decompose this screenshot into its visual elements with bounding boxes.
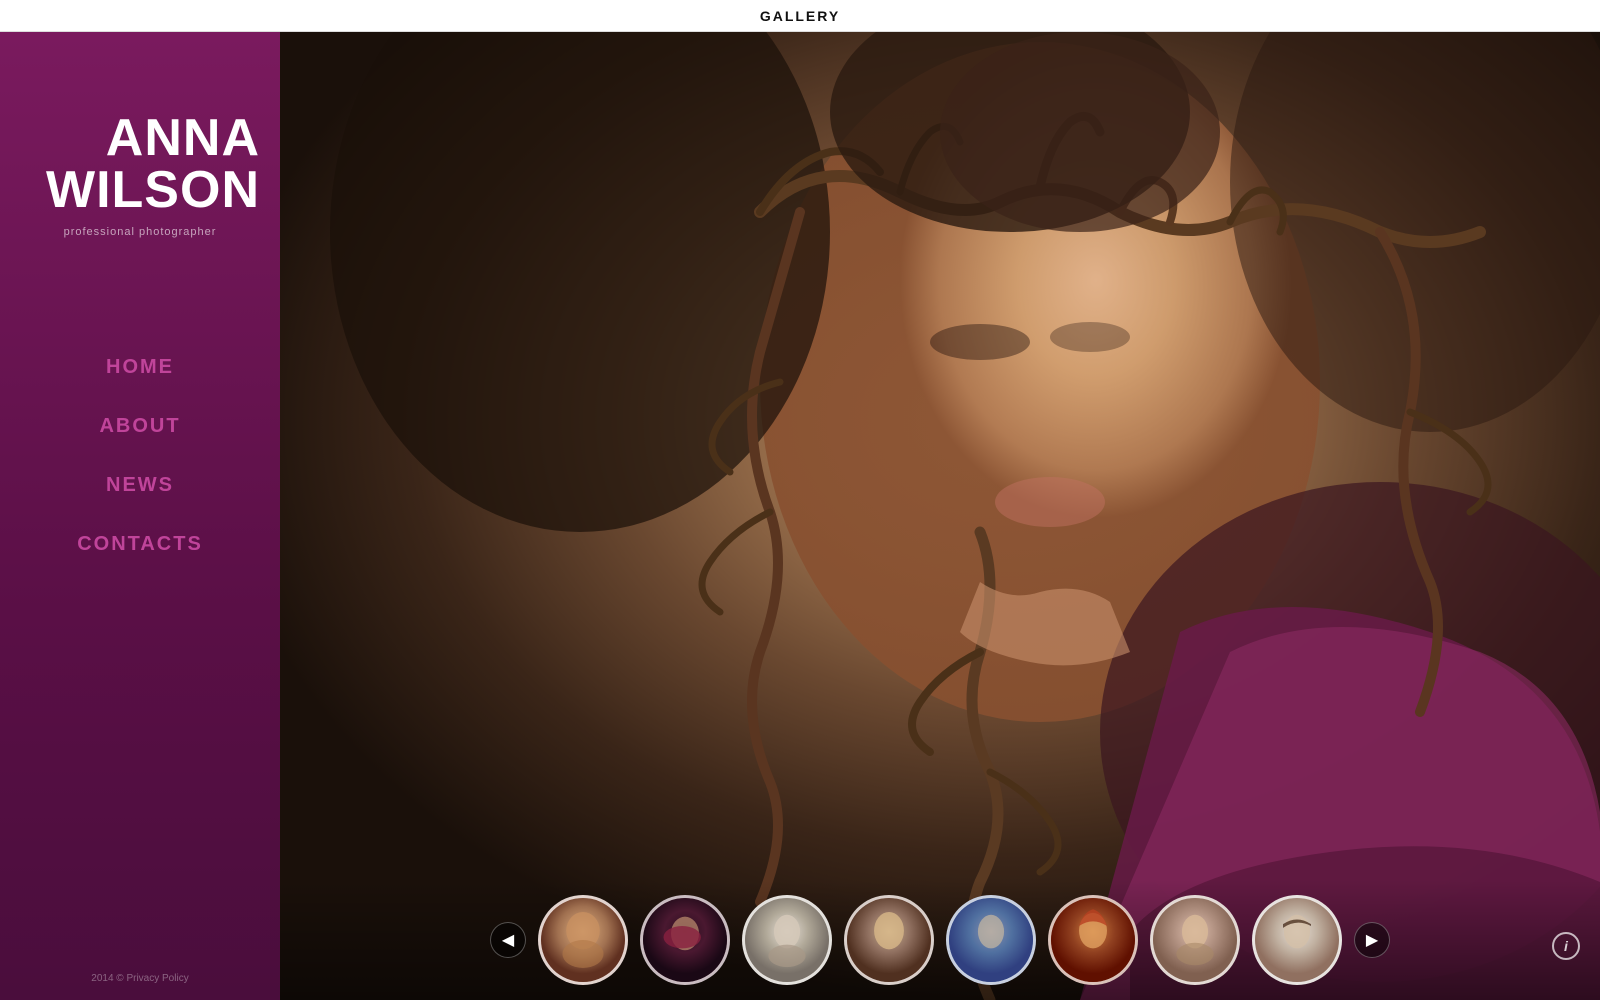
photographer-subtitle: professional photographer bbox=[20, 226, 260, 238]
gallery-area: ◀ bbox=[280, 32, 1600, 1000]
main-photo: ◀ bbox=[280, 32, 1600, 1000]
thumbnail-7[interactable] bbox=[1150, 895, 1240, 985]
top-bar: GALLERY bbox=[0, 0, 1600, 32]
info-icon[interactable]: i bbox=[1552, 932, 1580, 960]
next-arrow[interactable]: ▶ bbox=[1354, 922, 1390, 958]
sidebar: ANNA WILSON professional photographer HO… bbox=[0, 32, 280, 1000]
thumbnail-4[interactable] bbox=[844, 895, 934, 985]
nav-item-contacts[interactable]: CONTACTS bbox=[0, 515, 280, 574]
vine-overlay bbox=[280, 32, 1600, 1000]
prev-arrow[interactable]: ◀ bbox=[490, 922, 526, 958]
thumbnail-strip: ◀ bbox=[280, 880, 1600, 1000]
nav-item-about[interactable]: ABOUT bbox=[0, 397, 280, 456]
main-layout: ANNA WILSON professional photographer HO… bbox=[0, 32, 1600, 1000]
gallery-title: GALLERY bbox=[760, 8, 840, 24]
sidebar-footer: 2014 © Privacy Policy bbox=[0, 973, 280, 984]
thumbnail-1[interactable] bbox=[538, 895, 628, 985]
sidebar-navigation: HOME ABOUT NEWS CONTACTS bbox=[0, 338, 280, 574]
sidebar-name-area: ANNA WILSON professional photographer bbox=[0, 32, 280, 258]
thumbnail-2[interactable] bbox=[640, 895, 730, 985]
thumbnail-3[interactable] bbox=[742, 895, 832, 985]
photographer-name: ANNA WILSON bbox=[20, 112, 260, 216]
thumbnail-8[interactable] bbox=[1252, 895, 1342, 985]
thumbnail-6[interactable] bbox=[1048, 895, 1138, 985]
thumbnail-5[interactable] bbox=[946, 895, 1036, 985]
nav-item-home[interactable]: HOME bbox=[0, 338, 280, 397]
nav-item-news[interactable]: NEWS bbox=[0, 456, 280, 515]
